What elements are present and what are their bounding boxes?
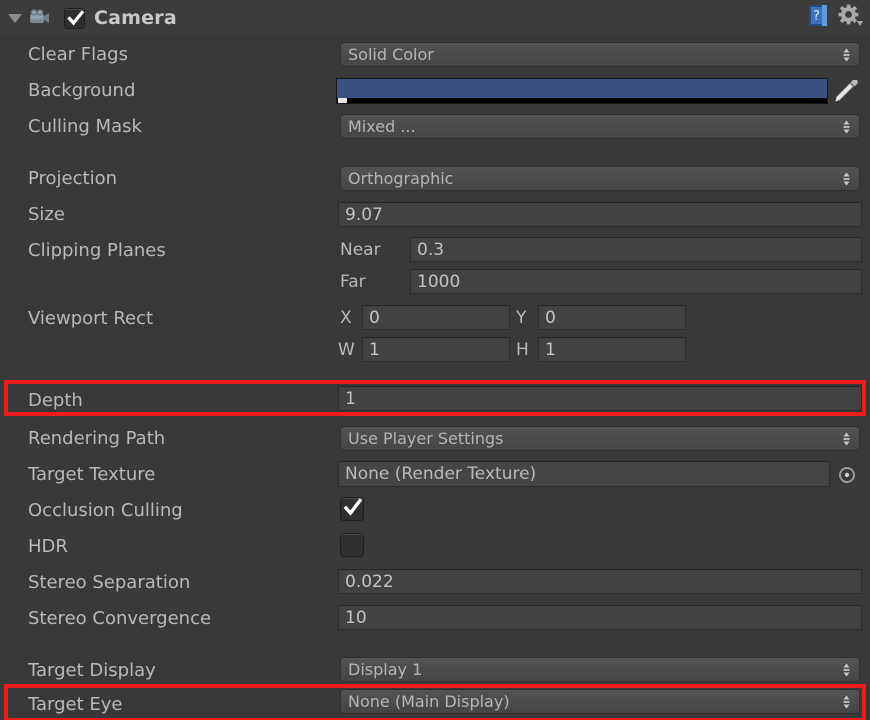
page-title: Camera [94, 7, 177, 29]
row-rendering-path: Rendering Path Use Player Settings [0, 420, 870, 456]
label-viewport-rect: Viewport Rect [28, 307, 154, 329]
stereo-separation-input[interactable]: 0.022 [338, 569, 862, 594]
far-value: 1000 [417, 271, 461, 292]
label-stereo-convergence: Stereo Convergence [28, 607, 212, 629]
clear-flags-dropdown[interactable]: Solid Color [340, 42, 860, 67]
occlusion-culling-checkbox[interactable] [340, 497, 364, 521]
object-picker-icon[interactable] [838, 466, 856, 489]
label-viewport-x: X [340, 308, 352, 328]
label-clear-flags: Clear Flags [28, 43, 128, 65]
updown-stepper-icon [843, 172, 850, 185]
label-near: Near [340, 240, 381, 260]
label-viewport-w: W [338, 340, 355, 360]
viewport-w-value: 1 [369, 339, 380, 360]
label-rendering-path: Rendering Path [28, 427, 166, 449]
svg-text:?: ? [813, 9, 820, 24]
row-stereo-separation: Stereo Separation 0.022 [0, 564, 870, 600]
viewport-y-value: 0 [545, 307, 556, 328]
camera-icon [28, 6, 56, 30]
depth-row: Depth 1 [0, 382, 870, 418]
viewport-x-value: 0 [369, 307, 380, 328]
label-occlusion-culling: Occlusion Culling [28, 499, 183, 521]
stereo-separation-value: 0.022 [345, 571, 394, 592]
background-color-swatch[interactable] [336, 78, 828, 104]
updown-stepper-icon [843, 48, 850, 61]
row-size: Size 9.07 [0, 196, 870, 232]
target-texture-object-field[interactable]: None (Render Texture) [338, 461, 830, 487]
viewport-h-input[interactable]: 1 [538, 337, 686, 362]
row-background: Background [0, 72, 870, 108]
updown-stepper-icon [843, 432, 850, 445]
far-input[interactable]: 1000 [410, 269, 862, 294]
row-stereo-convergence: Stereo Convergence 10 [0, 600, 870, 636]
label-background: Background [28, 79, 136, 101]
target-display-value: Display 1 [348, 660, 423, 679]
label-culling-mask: Culling Mask [28, 115, 142, 137]
row-occlusion-culling: Occlusion Culling [0, 492, 870, 528]
target-display-dropdown[interactable]: Display 1 [340, 657, 860, 682]
swatch-alpha-band [337, 98, 827, 103]
row-clipping-planes-far: Far 1000 [0, 264, 870, 300]
projection-dropdown[interactable]: Orthographic [340, 166, 860, 191]
label-target-eye: Target Eye [28, 693, 123, 715]
foldout-toggle[interactable] [4, 0, 26, 36]
rendering-path-dropdown[interactable]: Use Player Settings [340, 426, 860, 451]
help-book-icon[interactable]: ? [808, 4, 830, 33]
row-culling-mask: Culling Mask Mixed ... [0, 108, 870, 144]
stereo-convergence-value: 10 [345, 607, 367, 628]
triangle-down-icon [8, 13, 22, 23]
row-target-texture: Target Texture None (Render Texture) [0, 456, 870, 492]
label-depth: Depth [28, 389, 83, 411]
row-hdr: HDR [0, 528, 870, 564]
label-target-display: Target Display [28, 659, 156, 681]
size-input[interactable]: 9.07 [338, 202, 862, 227]
viewport-x-input[interactable]: 0 [362, 305, 510, 330]
projection-value: Orthographic [348, 169, 454, 188]
near-input[interactable]: 0.3 [410, 237, 862, 262]
label-far: Far [340, 272, 366, 292]
label-clipping-planes: Clipping Planes [28, 239, 166, 261]
gear-dropdown-icon[interactable] [838, 4, 864, 33]
label-hdr: HDR [28, 535, 68, 557]
depth-value: 1 [345, 388, 356, 409]
label-viewport-y: Y [516, 308, 527, 328]
row-viewport-rect-wh: W 1 H 1 [0, 332, 870, 368]
label-stereo-separation: Stereo Separation [28, 571, 191, 593]
eyedropper-icon[interactable] [832, 79, 862, 109]
row-clipping-planes-near: Clipping Planes Near 0.3 [0, 232, 870, 268]
label-viewport-h: H [516, 340, 529, 360]
culling-mask-dropdown[interactable]: Mixed ... [340, 114, 860, 139]
label-size: Size [28, 203, 65, 225]
row-target-display: Target Display Display 1 [0, 652, 870, 688]
target-eye-dropdown[interactable]: None (Main Display) [340, 689, 860, 714]
component-enabled-checkbox[interactable] [64, 7, 85, 29]
updown-stepper-icon [843, 663, 850, 676]
hdr-checkbox[interactable] [340, 533, 364, 557]
header-actions: ? [808, 0, 864, 36]
culling-mask-value: Mixed ... [348, 117, 416, 136]
clear-flags-value: Solid Color [348, 45, 434, 64]
label-target-texture: Target Texture [28, 463, 156, 485]
viewport-y-input[interactable]: 0 [538, 305, 686, 330]
viewport-w-input[interactable]: 1 [362, 337, 510, 362]
depth-input[interactable]: 1 [338, 386, 862, 411]
rendering-path-value: Use Player Settings [348, 429, 504, 448]
component-header: Camera ? [0, 0, 870, 36]
near-value: 0.3 [417, 239, 445, 260]
size-value: 9.07 [345, 204, 383, 225]
target-eye-row: Target Eye None (Main Display) [0, 686, 870, 720]
target-eye-value: None (Main Display) [348, 692, 510, 711]
target-texture-value: None (Render Texture) [345, 464, 537, 484]
row-clear-flags: Clear Flags Solid Color [0, 36, 870, 72]
row-viewport-rect-xy: Viewport Rect X 0 Y 0 [0, 300, 870, 336]
stereo-convergence-input[interactable]: 10 [338, 605, 862, 630]
viewport-h-value: 1 [545, 339, 556, 360]
updown-stepper-icon [843, 120, 850, 133]
updown-stepper-icon [843, 695, 850, 708]
swatch-color-band [337, 79, 827, 98]
label-projection: Projection [28, 167, 118, 189]
row-projection: Projection Orthographic [0, 160, 870, 196]
